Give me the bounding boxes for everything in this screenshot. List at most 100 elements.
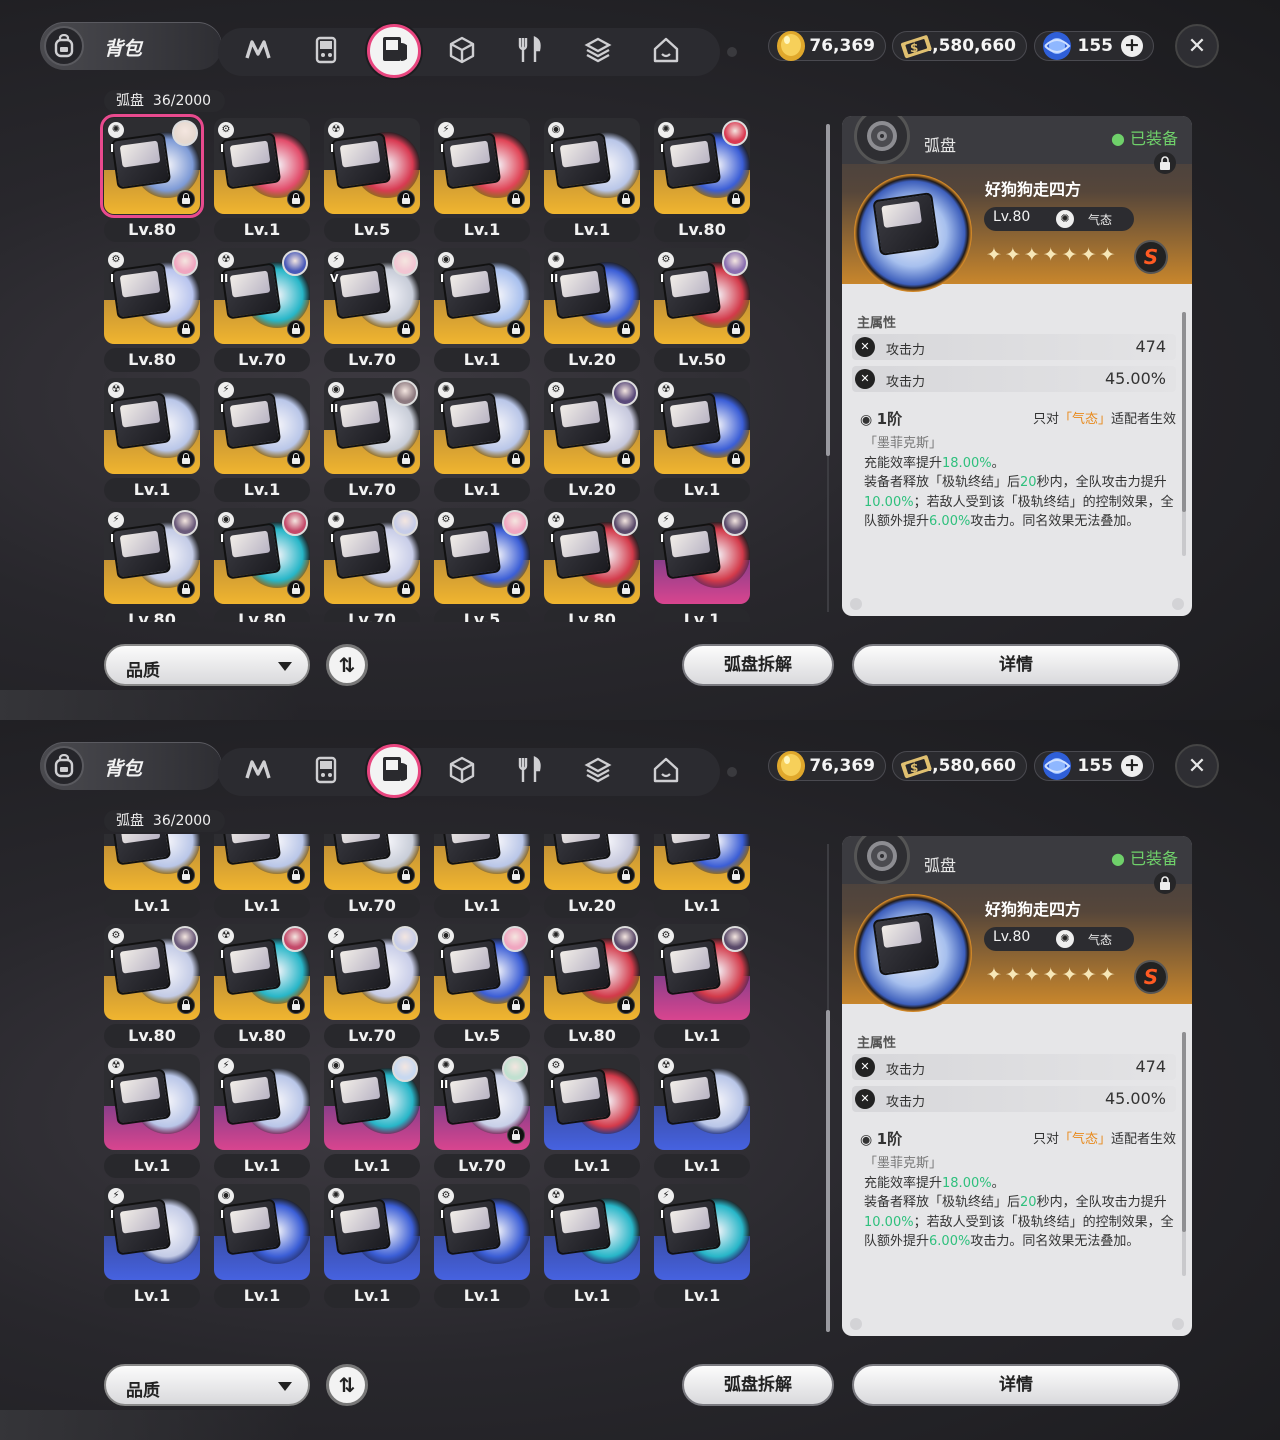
disc-card[interactable]: ⚡ILv.1 bbox=[654, 508, 750, 622]
disc-card[interactable]: ◉ I Lv.80 bbox=[214, 508, 310, 622]
disc-card[interactable]: ⚡ILv.1 bbox=[654, 1184, 750, 1308]
disc-card[interactable]: ☢ I Lv.5 bbox=[324, 118, 420, 242]
disc-card[interactable]: ⚙ILv.1 bbox=[434, 1184, 530, 1308]
disc-card[interactable]: ⚡ILv.1 bbox=[214, 1054, 310, 1178]
disc-card[interactable]: ⚙ I Lv.50 bbox=[654, 248, 750, 372]
disc-card[interactable]: ✺ I Lv.70 bbox=[324, 508, 420, 622]
detail-scrollbar[interactable] bbox=[1182, 1032, 1186, 1276]
disc-tier: I bbox=[220, 1078, 225, 1091]
tab-cutlery[interactable] bbox=[512, 754, 548, 790]
equipped-agent-avatar bbox=[612, 926, 638, 952]
disc-card[interactable]: ⚙ILv.1 bbox=[214, 834, 310, 918]
tab-home[interactable] bbox=[648, 754, 684, 790]
grid-scroll-thumb[interactable] bbox=[826, 124, 830, 456]
disc-card[interactable]: ⚙ILv.1 bbox=[654, 924, 750, 1048]
disc-card[interactable]: ☢ I Lv.1 bbox=[104, 1054, 200, 1178]
details-button[interactable]: 详情 bbox=[852, 644, 1180, 686]
disc-card[interactable]: ✺ II Lv.20 bbox=[544, 248, 640, 372]
lock-icon bbox=[397, 450, 415, 468]
disc-card[interactable]: ☢ I Lv.1 bbox=[654, 1054, 750, 1178]
lock-icon bbox=[397, 580, 415, 598]
quality-filter-dropdown[interactable]: 品质 bbox=[104, 1364, 310, 1406]
tab-disc-case[interactable] bbox=[367, 744, 421, 798]
disc-card[interactable]: ⚡ILv.1 bbox=[434, 834, 530, 918]
disc-card[interactable]: ◉I Lv.20 bbox=[544, 834, 640, 918]
disc-card[interactable]: ⚡ V Lv.70 bbox=[324, 248, 420, 372]
disc-card[interactable]: ✺ILv.1 bbox=[324, 1184, 420, 1308]
disc-card[interactable]: ✺ I Lv.80 bbox=[100, 114, 204, 242]
stat-value: 45.00% bbox=[1104, 1089, 1166, 1108]
detail-scrollbar[interactable] bbox=[1182, 312, 1186, 556]
disc-card[interactable]: ✺ILv.1 bbox=[654, 834, 750, 918]
lock-toggle[interactable] bbox=[1154, 872, 1176, 894]
cube-icon bbox=[449, 756, 475, 788]
disc-card[interactable]: ◉ I Lv.1 bbox=[434, 248, 530, 372]
disc-card[interactable]: ⚙ I Lv.20 bbox=[544, 378, 640, 502]
gold-coin-icon bbox=[777, 751, 805, 781]
details-button[interactable]: 详情 bbox=[852, 1364, 1180, 1406]
disc-card[interactable]: ✺ I Lv.80 bbox=[544, 924, 640, 1048]
tab-n-logo[interactable] bbox=[240, 754, 276, 790]
attribute-icon: ⚙ bbox=[658, 252, 674, 268]
disc-tier: I bbox=[220, 142, 225, 155]
dismantle-button[interactable]: 弧盘拆解 bbox=[682, 1364, 834, 1406]
tab-layered-box[interactable] bbox=[580, 34, 616, 70]
disc-card[interactable]: ⚙ I Lv.80 bbox=[104, 924, 200, 1048]
disc-card[interactable]: ☢IILv.70 bbox=[324, 834, 420, 918]
tab-cube[interactable] bbox=[444, 754, 480, 790]
equipped-agent-avatar bbox=[722, 926, 748, 952]
disc-card[interactable]: ⚡ILv.1 bbox=[104, 1184, 200, 1308]
disc-card[interactable]: ✺ILv.1 bbox=[104, 834, 200, 918]
lock-toggle[interactable] bbox=[1154, 152, 1176, 174]
disc-card[interactable]: ☢ I Lv.80 bbox=[214, 924, 310, 1048]
tab-cutlery[interactable] bbox=[512, 34, 548, 70]
quality-filter-dropdown[interactable]: 品质 bbox=[104, 644, 310, 686]
disc-card[interactable]: ◉ I Lv.5 bbox=[434, 924, 530, 1048]
grid-scroll-thumb[interactable] bbox=[826, 1009, 830, 1332]
tab-disc-case[interactable] bbox=[367, 24, 421, 78]
disc-card[interactable]: ◉ I Lv.1 bbox=[544, 118, 640, 242]
currency-gold: 76,369 bbox=[768, 751, 886, 781]
disc-card[interactable]: ☢ I Lv.1 bbox=[544, 1184, 640, 1308]
tab-n-logo[interactable] bbox=[240, 34, 276, 70]
add-currency-button[interactable]: + bbox=[1121, 35, 1143, 57]
disc-card[interactable]: ⚙ I Lv.5 bbox=[434, 508, 530, 622]
disc-card[interactable]: ⚙ILv.1 bbox=[544, 1054, 640, 1178]
sort-order-button[interactable]: ⇅ bbox=[326, 644, 368, 686]
attribute-icon: ⚡ bbox=[218, 382, 234, 398]
disc-card[interactable]: ☢ I Lv.1 bbox=[104, 378, 200, 502]
disc-card[interactable]: ⚙ I Lv.80 bbox=[104, 248, 200, 372]
close-button[interactable]: ✕ bbox=[1175, 24, 1219, 68]
tab-home[interactable] bbox=[648, 34, 684, 70]
disc-card[interactable]: ☢IILv.70 bbox=[214, 248, 310, 372]
add-currency-button[interactable]: + bbox=[1121, 755, 1143, 777]
tab-layered-box[interactable] bbox=[580, 754, 616, 790]
disc-card[interactable]: ⚡ I Lv.70 bbox=[324, 924, 420, 1048]
disc-card[interactable]: ☢ I Lv.1 bbox=[654, 378, 750, 502]
close-button[interactable]: ✕ bbox=[1175, 744, 1219, 788]
dismantle-button[interactable]: 弧盘拆解 bbox=[682, 644, 834, 686]
disc-card[interactable]: ✺ILv.1 bbox=[434, 378, 530, 502]
disc-card[interactable]: ◉ I Lv.1 bbox=[214, 1184, 310, 1308]
disc-card[interactable]: ⚡ILv.1 bbox=[214, 378, 310, 502]
sort-order-button[interactable]: ⇅ bbox=[326, 1364, 368, 1406]
disc-card[interactable]: ✺ I Lv.80 bbox=[654, 118, 750, 242]
set-effect-text: 「墨菲克斯」 充能效率提升18.00%。 装备者释放「极轨终结」后20秒内，全队攻… bbox=[864, 1154, 1182, 1252]
attribute-icon: ⚡ bbox=[218, 1058, 234, 1074]
disc-card[interactable]: ✺ II Lv.70 bbox=[434, 1054, 530, 1178]
disc-card[interactable]: ⚡ I Lv.80 bbox=[104, 508, 200, 622]
grid-scrollbar[interactable] bbox=[826, 118, 830, 618]
set-condition: 只对「气态」适配者生效 bbox=[1032, 412, 1176, 427]
disc-card[interactable]: ⚙ILv.1 bbox=[214, 118, 310, 242]
grid-scrollbar[interactable] bbox=[826, 838, 830, 1338]
disc-card[interactable]: ◉ II Lv.70 bbox=[324, 378, 420, 502]
disc-card[interactable]: ◉ I Lv.1 bbox=[324, 1054, 420, 1178]
tab-gameboy[interactable] bbox=[308, 34, 344, 70]
disc-card[interactable]: ☢ I Lv.80 bbox=[544, 508, 640, 622]
target-icon: ◉ bbox=[860, 412, 873, 428]
disc-tier: I bbox=[330, 1208, 335, 1221]
disc-card[interactable]: ⚡ILv.1 bbox=[434, 118, 530, 242]
disc-level-label: Lv.1 bbox=[104, 478, 200, 502]
tab-gameboy[interactable] bbox=[308, 754, 344, 790]
tab-cube[interactable] bbox=[444, 34, 480, 70]
